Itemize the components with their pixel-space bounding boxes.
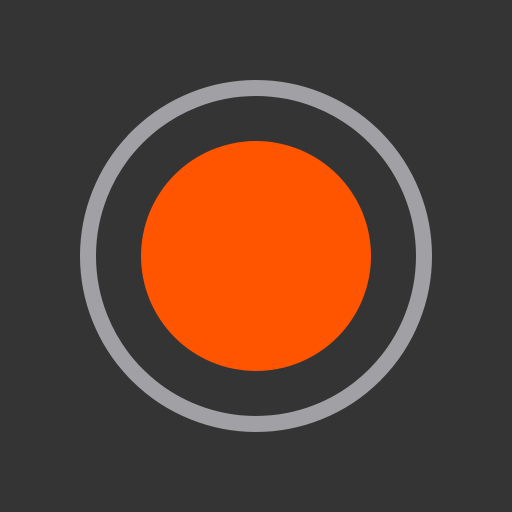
record-icon (0, 0, 512, 512)
record-dot (141, 141, 371, 371)
record-screen (0, 0, 512, 512)
record-button[interactable] (0, 0, 512, 512)
